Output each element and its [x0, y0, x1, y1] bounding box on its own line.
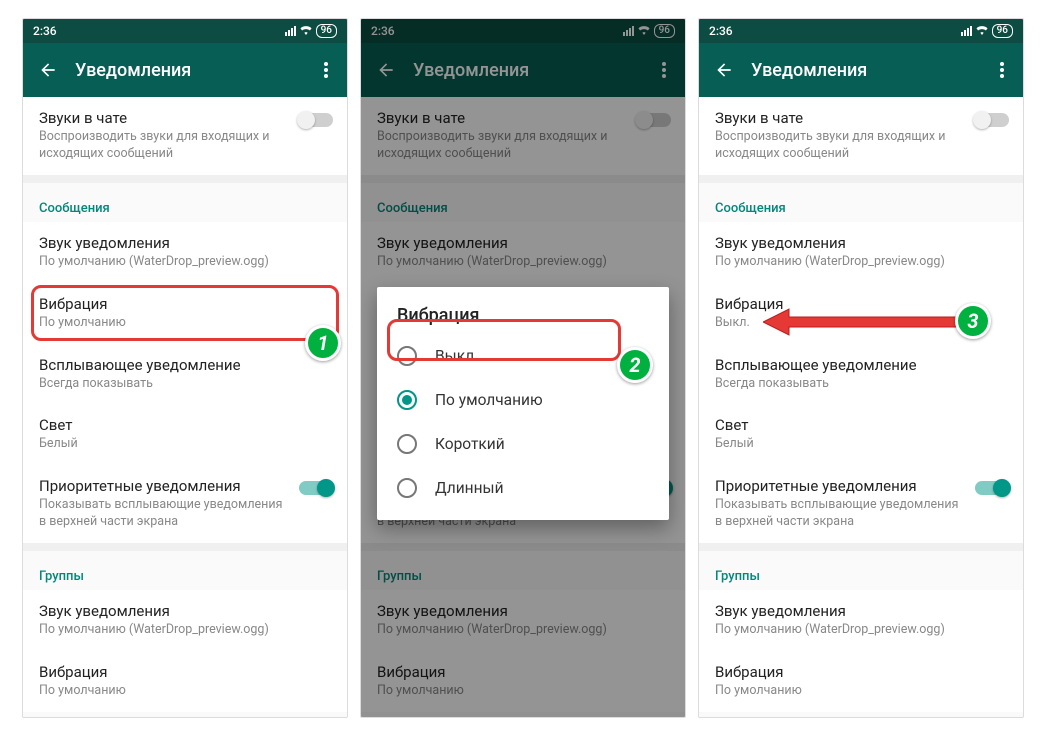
chat-sounds-label: Звуки в чате	[39, 109, 283, 127]
back-icon[interactable]	[33, 60, 63, 80]
section-groups: Группы	[699, 543, 1023, 590]
popup-row[interactable]: Всплывающее уведомление Всегда показыват…	[23, 344, 347, 405]
clock: 2:36	[709, 24, 733, 38]
dialog-title: Вибрация	[377, 305, 669, 334]
step-badge-1: 1	[305, 325, 341, 361]
chat-sounds-row[interactable]: Звуки в чате Воспроизводить звуки для вх…	[699, 97, 1023, 175]
wifi-icon	[299, 24, 313, 38]
status-icons: 96	[285, 24, 337, 38]
more-icon[interactable]	[987, 62, 1017, 78]
chat-sounds-toggle[interactable]	[975, 113, 1009, 127]
battery-icon: 96	[316, 24, 337, 38]
arrow-step-3	[763, 307, 963, 337]
group-vibration-row[interactable]: Вибрация По умолчанию	[23, 651, 347, 712]
status-bar: 2:36 96	[699, 19, 1023, 43]
priority-row[interactable]: Приоритетные уведомления Показывать вспл…	[23, 465, 347, 543]
phone-screen-3: 2:36 96 Уведомления Звуки в чате Воспрои…	[698, 18, 1024, 718]
group-sound-row[interactable]: Звук уведомления По умолчанию (WaterDrop…	[23, 590, 347, 651]
status-bar: 2:36 96	[23, 19, 347, 43]
radio-icon	[397, 478, 417, 498]
battery-icon: 96	[992, 24, 1013, 38]
notification-sound-row[interactable]: Звук уведомления По умолчанию (WaterDrop…	[23, 222, 347, 283]
phone-screen-1: 2:36 96 Уведомления Звуки в чате Воспрои…	[22, 18, 348, 718]
clock: 2:36	[33, 24, 57, 38]
chat-sounds-row[interactable]: Звуки в чате Воспроизводить звуки для вх…	[23, 97, 347, 175]
page-title: Уведомления	[739, 60, 987, 81]
settings-content: Звуки в чате Воспроизводить звуки для вх…	[23, 97, 347, 717]
app-bar: Уведомления	[699, 43, 1023, 97]
more-icon[interactable]	[311, 62, 341, 78]
priority-row[interactable]: Приоритетные уведомления Показывать вспл…	[699, 465, 1023, 543]
signal-icon	[961, 26, 972, 36]
vibration-dialog: Вибрация Выкл. По умолчанию Короткий Дли…	[377, 287, 669, 520]
signal-icon	[285, 26, 296, 36]
dialog-option-short[interactable]: Короткий	[377, 422, 669, 466]
chat-sounds-sub: Воспроизводить звуки для входящих и исхо…	[39, 129, 283, 163]
page-title: Уведомления	[63, 60, 311, 81]
dialog-option-long[interactable]: Длинный	[377, 466, 669, 510]
settings-content: Звуки в чате Воспроизводить звуки для вх…	[699, 97, 1023, 717]
radio-icon	[397, 390, 417, 410]
phone-screen-2: 2:36 96 Уведомления Звуки в чате Воспрои…	[360, 18, 686, 718]
step-badge-2: 2	[617, 347, 653, 383]
light-row[interactable]: Свет Белый	[699, 404, 1023, 465]
step-badge-3: 3	[955, 303, 991, 339]
status-icons: 96	[961, 24, 1013, 38]
priority-toggle[interactable]	[975, 481, 1009, 495]
wifi-icon	[975, 24, 989, 38]
section-groups: Группы	[23, 543, 347, 590]
group-vibration-row[interactable]: Вибрация По умолчанию	[699, 651, 1023, 712]
group-sound-row[interactable]: Звук уведомления По умолчанию (WaterDrop…	[699, 590, 1023, 651]
back-icon[interactable]	[709, 60, 739, 80]
radio-icon	[397, 434, 417, 454]
section-messages: Сообщения	[699, 175, 1023, 222]
app-bar: Уведомления	[23, 43, 347, 97]
section-messages: Сообщения	[23, 175, 347, 222]
light-row[interactable]: Свет Белый	[23, 404, 347, 465]
radio-icon	[397, 346, 417, 366]
vibration-row[interactable]: Вибрация По умолчанию	[23, 283, 347, 344]
dialog-option-default[interactable]: По умолчанию	[377, 378, 669, 422]
chat-sounds-toggle[interactable]	[299, 113, 333, 127]
priority-toggle[interactable]	[299, 481, 333, 495]
notification-sound-row[interactable]: Звук уведомления По умолчанию (WaterDrop…	[699, 222, 1023, 283]
popup-row[interactable]: Всплывающее уведомление Всегда показыват…	[699, 344, 1023, 405]
